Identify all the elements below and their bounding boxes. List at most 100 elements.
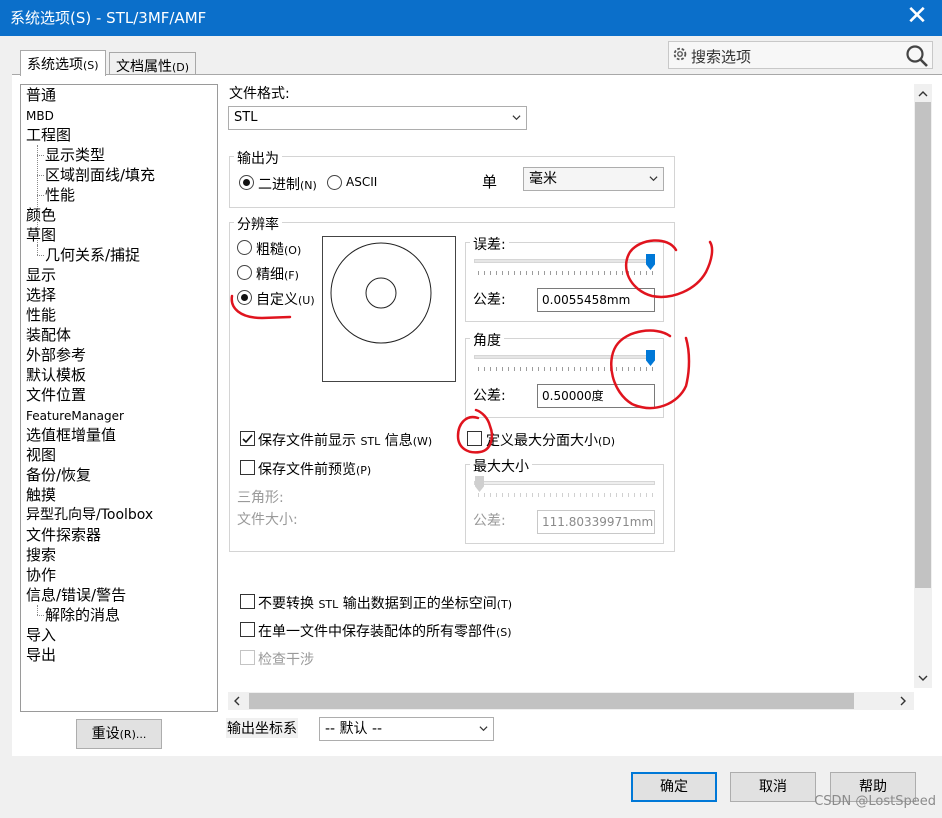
tree-guide — [37, 605, 38, 615]
preview-checkbox[interactable] — [240, 460, 255, 475]
no-convert-shortcut: (T) — [496, 598, 513, 611]
angle-label: 角度 — [470, 330, 504, 350]
define-max-facet-checkbox[interactable] — [467, 431, 482, 446]
scroll-left-icon[interactable] — [231, 695, 243, 707]
tree-item-drawings[interactable]: 工程图 — [26, 126, 71, 144]
max-size-tolerance-input[interactable]: 111.80339971mm — [537, 510, 655, 534]
tree-item-featuremanager[interactable]: FeatureManager — [26, 407, 124, 425]
preview-label: 保存文件前预览(P) — [258, 459, 371, 479]
tree-item-messages-errors-warnings[interactable]: 信息/错误/警告 — [26, 586, 126, 604]
max-size-slider-ticks — [478, 493, 653, 497]
tree-item-relations-snaps[interactable]: 几何关系/捕捉 — [45, 246, 140, 264]
fine-radio[interactable] — [237, 265, 252, 280]
define-max-facet-label: 定义最大分面大小(D) — [486, 430, 615, 450]
resolution-label: 分辨率 — [234, 214, 282, 234]
binary-text: 二进制 — [258, 177, 300, 193]
tree-item-spin-box-increments[interactable]: 选值框增量值 — [26, 426, 116, 444]
angle-slider-track[interactable] — [474, 355, 655, 359]
preview-circles — [330, 242, 432, 344]
coarse-label: 粗糙(O) — [256, 239, 301, 259]
custom-label: 自定义(U) — [256, 289, 315, 309]
deviation-tolerance-input[interactable]: 0.0055458mm — [537, 288, 655, 312]
tab-shortcut: (S) — [83, 59, 99, 72]
tree-guide — [37, 255, 44, 256]
preview-shortcut: (P) — [356, 464, 372, 477]
binary-radio[interactable] — [239, 175, 254, 190]
deviation-tolerance-label: 公差: — [473, 292, 506, 308]
reset-button-label: 重设 — [91, 726, 120, 742]
no-convert-checkbox[interactable] — [240, 594, 255, 609]
check-interference-checkbox[interactable] — [240, 650, 255, 665]
tree-item-selection[interactable]: 选择 — [26, 286, 56, 304]
single-file-checkbox[interactable] — [240, 622, 255, 637]
tree-item-mbd[interactable]: MBD — [26, 107, 54, 125]
file-format-dropdown[interactable]: STL — [228, 106, 527, 130]
tree-item-backup-recover[interactable]: 备份/恢复 — [26, 466, 91, 484]
tree-item-file-locations[interactable]: 文件位置 — [26, 386, 86, 404]
tree-item-display[interactable]: 显示 — [26, 266, 56, 284]
coarse-text: 粗糙 — [256, 242, 284, 258]
tree-item-drawing-performance[interactable]: 性能 — [45, 186, 75, 204]
tab-document-properties[interactable]: 文档属性(D) — [109, 52, 197, 76]
unit-dropdown[interactable]: 毫米 — [523, 167, 664, 191]
tree-item-performance[interactable]: 性能 — [26, 306, 56, 324]
define-max-facet-text: 定义最大分面大小 — [486, 433, 598, 449]
tab-label: 系统选项 — [27, 57, 83, 73]
tree-item-assemblies[interactable]: 装配体 — [26, 326, 71, 344]
triangles-label: 三角形: — [237, 490, 284, 506]
tree-item-display-style[interactable]: 显示类型 — [45, 146, 105, 164]
max-size-slider-track[interactable] — [474, 481, 655, 485]
scroll-down-icon[interactable] — [917, 672, 929, 684]
horizontal-scroll-thumb[interactable] — [249, 693, 854, 709]
unit-label: 单 — [482, 173, 498, 191]
tree-item-touch[interactable]: 触摸 — [26, 486, 56, 504]
tree-item-colors[interactable]: 颜色 — [26, 206, 56, 224]
tree-item-collaboration[interactable]: 协作 — [26, 566, 56, 584]
search-box[interactable]: 搜索选项 — [668, 41, 933, 69]
cancel-button[interactable]: 取消 — [730, 772, 816, 802]
tree-item-search[interactable]: 搜索 — [26, 546, 56, 564]
max-size-label: 最大大小 — [470, 456, 532, 476]
tab-system-options[interactable]: 系统选项(S) — [20, 50, 106, 76]
output-coord-dropdown[interactable]: -- 默认 -- — [319, 717, 494, 741]
tree-item-general[interactable]: 普通 — [26, 86, 56, 104]
scroll-right-icon[interactable] — [897, 695, 909, 707]
watermark: CSDN @LostSpeed — [814, 794, 936, 809]
search-input[interactable]: 搜索选项 — [691, 46, 751, 67]
coarse-shortcut: (O) — [284, 244, 302, 257]
output-coord-label: 输出坐标系 — [226, 718, 298, 738]
window-title: 系统选项(S) - STL/3MF/AMF — [10, 9, 207, 27]
ascii-radio[interactable] — [327, 175, 342, 190]
scroll-up-icon[interactable] — [917, 88, 929, 100]
tree-item-view[interactable]: 视图 — [26, 446, 56, 464]
custom-radio[interactable] — [237, 290, 252, 305]
single-file-shortcut: (S) — [496, 626, 512, 639]
checkmark-icon — [242, 434, 253, 444]
show-stl-info-checkbox[interactable] — [240, 431, 255, 446]
tree-item-file-explorer[interactable]: 文件探索器 — [26, 526, 101, 544]
vertical-scroll-thumb[interactable] — [915, 102, 931, 588]
tree-item-area-hatch[interactable]: 区域剖面线/填充 — [45, 166, 155, 184]
single-file-label: 在单一文件中保存装配体的所有零部件(S) — [258, 621, 512, 641]
title-bar: 系统选项(S) - STL/3MF/AMF ✕ — [0, 0, 942, 36]
output-coord-value: -- 默认 -- — [325, 721, 383, 737]
coarse-radio[interactable] — [237, 240, 252, 255]
tree-item-external-references[interactable]: 外部参考 — [26, 346, 86, 364]
show-stl-info-stl: STL — [360, 435, 381, 448]
tree-item-dismissed-messages[interactable]: 解除的消息 — [45, 606, 120, 624]
tree-item-export[interactable]: 导出 — [26, 646, 56, 664]
tree-item-import[interactable]: 导入 — [26, 626, 56, 644]
tree-item-default-templates[interactable]: 默认模板 — [26, 366, 86, 384]
close-icon[interactable]: ✕ — [902, 2, 932, 30]
tree-item-hole-wizard-toolbox[interactable]: 异型孔向导/Toolbox — [26, 506, 153, 524]
reset-button[interactable]: 重设(R)... — [76, 719, 162, 749]
search-icon[interactable] — [904, 43, 930, 69]
deviation-slider-track[interactable] — [474, 259, 655, 263]
angle-tolerance-input[interactable]: 0.50000度 — [537, 384, 655, 408]
tree-guide — [37, 195, 44, 196]
custom-text: 自定义 — [256, 292, 298, 308]
angle-slider-ticks — [478, 367, 653, 371]
ok-button[interactable]: 确定 — [631, 772, 717, 802]
fine-text: 精细 — [256, 267, 284, 283]
tree-item-sketch[interactable]: 草图 — [26, 226, 56, 244]
